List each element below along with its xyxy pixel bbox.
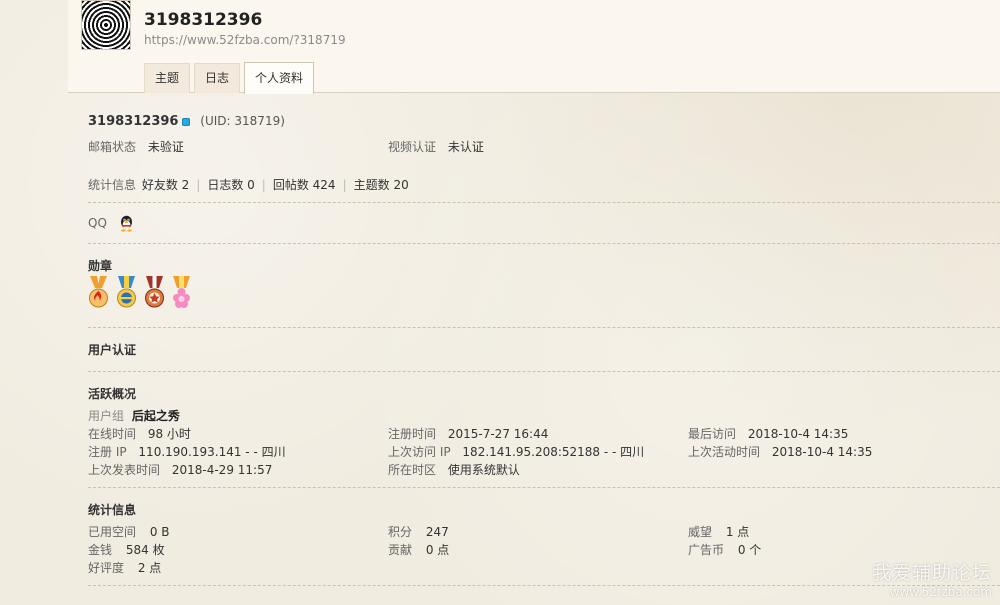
last-visit-ip-label: 上次访问 IP [388, 445, 451, 459]
register-time-value: 2015-7-27 16:44 [447, 427, 549, 441]
register-ip: 注册 IP 110.190.193.141 - - 四川 [88, 443, 286, 460]
rating-label: 好评度 [88, 561, 125, 575]
money-value: 584 枚 [125, 543, 165, 557]
divider [88, 202, 1000, 203]
contribution-label: 贡献 [388, 543, 413, 557]
medal-blue-icon[interactable] [116, 276, 137, 310]
watermark-url: www.52fzba.com [889, 585, 992, 599]
stat-replies[interactable]: 回帖数 424 [273, 178, 336, 192]
divider [88, 243, 1000, 244]
medal-red-icon[interactable] [144, 276, 165, 310]
ad-coins-value: 0 个 [737, 543, 762, 557]
page-title[interactable]: 3198312396 [144, 10, 262, 30]
user-group: 用户组 后起之秀 [88, 407, 180, 424]
last-active-time-value: 2018-10-4 14:35 [771, 445, 873, 459]
user-uid: (UID: 318719) [200, 114, 285, 128]
used-space-label: 已用空间 [88, 525, 137, 539]
last-post-time: 上次发表时间 2018-4-29 11:57 [88, 461, 272, 478]
email-status-value: 未验证 [147, 140, 184, 154]
profile-header: 3198312396 https://www.52fzba.com/?31871… [68, 0, 1000, 94]
tab-blog[interactable]: 日志 [194, 63, 241, 93]
user-name[interactable]: 3198312396 [88, 114, 178, 129]
medals-title: 勋章 [88, 259, 113, 273]
used-space-value: 0 B [149, 525, 170, 539]
points-label: 积分 [388, 525, 413, 539]
last-visit: 最后访问 2018-10-4 14:35 [688, 425, 848, 442]
ad-coins-label: 广告币 [688, 543, 725, 557]
stat-blogs[interactable]: 日志数 0 [207, 178, 254, 192]
user-group-label: 用户组 [88, 409, 125, 423]
email-status-label: 邮箱状态 [88, 140, 137, 154]
tab-profile[interactable]: 个人资料 [244, 62, 315, 94]
contribution-value: 0 点 [425, 543, 450, 557]
last-visit-value: 2018-10-4 14:35 [747, 427, 849, 441]
stat-friends[interactable]: 好友数 2 [142, 178, 189, 192]
video-auth-label: 视频认证 [388, 140, 437, 154]
video-auth: 视频认证 未认证 [388, 138, 484, 155]
register-ip-label: 注册 IP [88, 445, 127, 459]
contribution: 贡献 0 点 [388, 541, 449, 558]
stats-summary-label: 统计信息 [88, 178, 137, 192]
divider [88, 327, 1000, 328]
divider [88, 585, 1000, 586]
last-active-time-label: 上次活动时间 [688, 445, 761, 459]
prestige-value: 1 点 [725, 525, 750, 539]
email-status: 邮箱状态 未验证 [88, 138, 184, 155]
last-post-time-label: 上次发表时间 [88, 463, 161, 477]
divider [88, 487, 1000, 488]
prestige-label: 威望 [688, 525, 713, 539]
user-auth-title: 用户认证 [88, 343, 137, 357]
qq-label: QQ [88, 216, 107, 230]
timezone-value: 使用系统默认 [447, 463, 520, 477]
last-visit-label: 最后访问 [688, 427, 737, 441]
site-watermark: 我爱辅助论坛 www.52fzba.com [872, 558, 992, 599]
profile-url[interactable]: https://www.52fzba.com/?318719 [144, 33, 346, 47]
last-active-time: 上次活动时间 2018-10-4 14:35 [688, 443, 872, 460]
profile-tabs: 主题 日志 个人资料 [144, 61, 318, 94]
prestige: 威望 1 点 [688, 523, 749, 540]
points-value: 247 [425, 525, 449, 539]
ad-coins: 广告币 0 个 [688, 541, 761, 558]
statistics-title: 统计信息 [88, 503, 137, 517]
online-time-value: 98 小时 [147, 427, 191, 441]
medal-flame-icon[interactable] [88, 276, 109, 310]
timezone-label: 所在时区 [388, 463, 437, 477]
last-visit-ip-value: 182.141.95.208:52188 - - 四川 [462, 445, 645, 459]
register-time-label: 注册时间 [388, 427, 437, 441]
register-time: 注册时间 2015-7-27 16:44 [388, 425, 548, 442]
watermark-title: 我爱辅助论坛 [871, 562, 992, 584]
video-auth-value: 未认证 [447, 140, 484, 154]
divider [88, 371, 1000, 372]
medal-pink-icon[interactable] [171, 276, 192, 310]
profile-page: 3198312396 https://www.52fzba.com/?31871… [68, 0, 1000, 605]
user-name-line: 3198312396 (UID: 318719) [88, 114, 285, 129]
register-ip-value: 110.190.193.141 - - 四川 [138, 445, 286, 459]
timezone: 所在时区 使用系统默认 [388, 461, 520, 478]
last-post-time-value: 2018-4-29 11:57 [171, 463, 273, 477]
money-label: 金钱 [88, 543, 113, 557]
user-group-value[interactable]: 后起之秀 [132, 409, 180, 423]
activity-title: 活跃概况 [88, 387, 137, 401]
stat-topics[interactable]: 主题数 20 [354, 178, 409, 192]
money: 金钱 584 枚 [88, 541, 165, 558]
rating: 好评度 2 点 [88, 559, 161, 576]
tab-topics[interactable]: 主题 [144, 63, 191, 93]
online-status-icon [182, 117, 191, 126]
online-time: 在线时间 98 小时 [88, 425, 191, 442]
online-time-label: 在线时间 [88, 427, 137, 441]
points: 积分 247 [388, 523, 449, 540]
stats-summary: 统计信息 好友数 2 | 日志数 0 | 回帖数 424 | 主题数 20 [88, 178, 409, 192]
last-visit-ip: 上次访问 IP 182.141.95.208:52188 - - 四川 [388, 443, 644, 460]
qq-row: QQ [88, 215, 134, 232]
avatar[interactable] [81, 0, 131, 50]
qq-penguin-icon[interactable] [119, 215, 134, 232]
used-space: 已用空间 0 B [88, 523, 170, 540]
medal-list [88, 276, 195, 313]
rating-value: 2 点 [137, 561, 162, 575]
